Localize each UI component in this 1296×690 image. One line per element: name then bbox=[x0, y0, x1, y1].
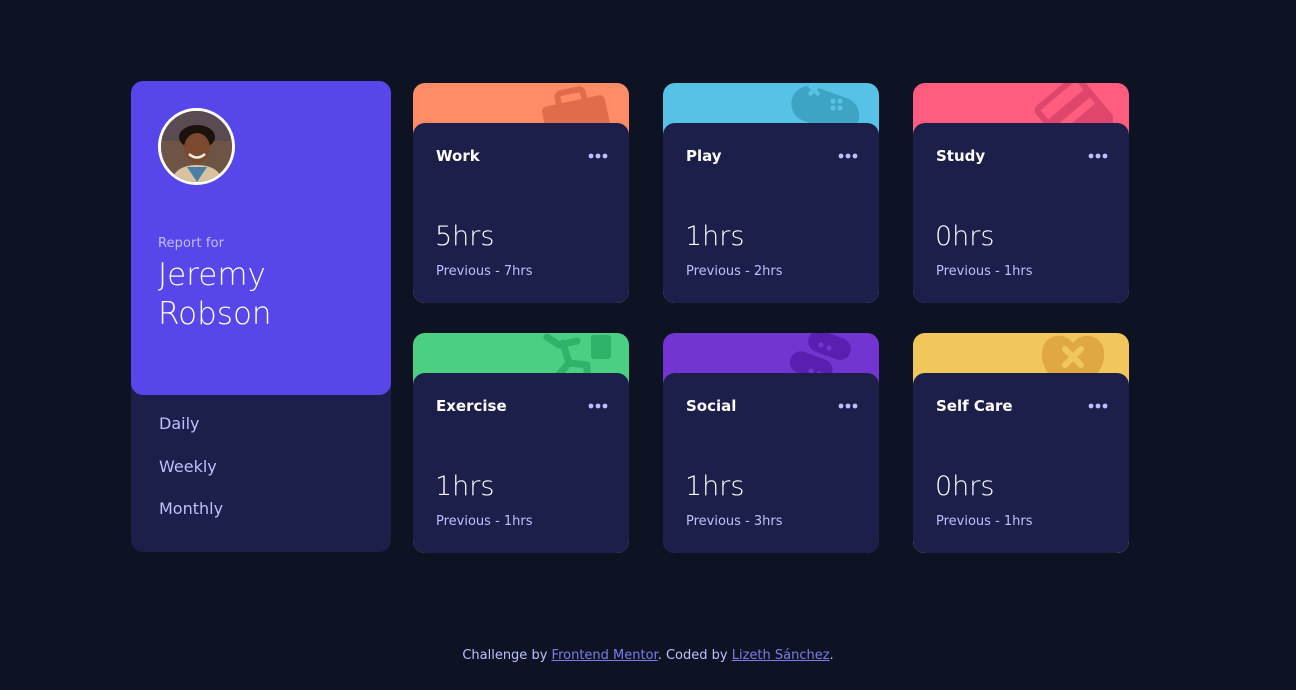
avatar-portrait-icon bbox=[161, 111, 232, 182]
current-hours: 0hrs bbox=[935, 471, 995, 502]
card-body[interactable]: Work 5hrs Previous - 7hrs bbox=[413, 123, 629, 303]
ellipsis-menu-icon[interactable] bbox=[588, 403, 608, 409]
card-body[interactable]: Play 1hrs Previous - 2hrs bbox=[663, 123, 879, 303]
timeframe-weekly[interactable]: Weekly bbox=[159, 457, 223, 500]
previous-hours: Previous - 1hrs bbox=[936, 264, 1033, 279]
footer-middle: . Coded by bbox=[657, 648, 732, 663]
card-title: Study bbox=[936, 147, 986, 165]
ellipsis-menu-icon[interactable] bbox=[838, 403, 858, 409]
current-hours: 1hrs bbox=[685, 221, 745, 252]
report-for-label: Report for bbox=[158, 236, 225, 251]
footer-prefix: Challenge by bbox=[462, 648, 552, 663]
card-title: Self Care bbox=[936, 397, 1013, 415]
activity-card-self-care: Self Care 0hrs Previous - 1hrs bbox=[913, 333, 1129, 553]
activity-card-play: Play 1hrs Previous - 2hrs bbox=[663, 83, 879, 303]
current-hours: 1hrs bbox=[435, 471, 495, 502]
previous-hours: Previous - 1hrs bbox=[436, 514, 533, 529]
card-body[interactable]: Self Care 0hrs Previous - 1hrs bbox=[913, 373, 1129, 553]
previous-hours: Previous - 1hrs bbox=[936, 514, 1033, 529]
time-tracking-dashboard: Report for Jeremy Robson Daily Weekly Mo… bbox=[131, 81, 1129, 553]
card-title: Exercise bbox=[436, 397, 507, 415]
current-hours: 1hrs bbox=[685, 471, 745, 502]
current-hours: 0hrs bbox=[935, 221, 995, 252]
ellipsis-menu-icon[interactable] bbox=[1088, 403, 1108, 409]
ellipsis-menu-icon[interactable] bbox=[838, 153, 858, 159]
card-title: Social bbox=[686, 397, 737, 415]
timeframe-daily[interactable]: Daily bbox=[159, 414, 223, 457]
user-name: Jeremy Robson bbox=[158, 257, 272, 332]
timeframe-monthly[interactable]: Monthly bbox=[159, 499, 223, 542]
author-link[interactable]: Lizeth Sánchez bbox=[732, 648, 830, 663]
activity-card-work: Work 5hrs Previous - 7hrs bbox=[413, 83, 629, 303]
previous-hours: Previous - 7hrs bbox=[436, 264, 533, 279]
profile-card: Report for Jeremy Robson Daily Weekly Mo… bbox=[131, 81, 391, 552]
ellipsis-menu-icon[interactable] bbox=[588, 153, 608, 159]
card-body[interactable]: Exercise 1hrs Previous - 1hrs bbox=[413, 373, 629, 553]
footer-suffix: . bbox=[829, 648, 834, 663]
frontend-mentor-link[interactable]: Frontend Mentor bbox=[552, 648, 658, 663]
previous-hours: Previous - 3hrs bbox=[686, 514, 783, 529]
profile-header: Report for Jeremy Robson bbox=[131, 81, 391, 395]
card-title: Work bbox=[436, 147, 480, 165]
avatar bbox=[158, 108, 235, 185]
timeframe-menu: Daily Weekly Monthly bbox=[159, 414, 223, 542]
attribution-footer: Challenge by Frontend Mentor. Coded by L… bbox=[0, 648, 1296, 663]
current-hours: 5hrs bbox=[435, 221, 495, 252]
card-title: Play bbox=[686, 147, 722, 165]
card-body[interactable]: Social 1hrs Previous - 3hrs bbox=[663, 373, 879, 553]
activity-card-exercise: Exercise 1hrs Previous - 1hrs bbox=[413, 333, 629, 553]
ellipsis-menu-icon[interactable] bbox=[1088, 153, 1108, 159]
previous-hours: Previous - 2hrs bbox=[686, 264, 783, 279]
activity-card-social: Social 1hrs Previous - 3hrs bbox=[663, 333, 879, 553]
card-body[interactable]: Study 0hrs Previous - 1hrs bbox=[913, 123, 1129, 303]
activity-card-study: Study 0hrs Previous - 1hrs bbox=[913, 83, 1129, 303]
